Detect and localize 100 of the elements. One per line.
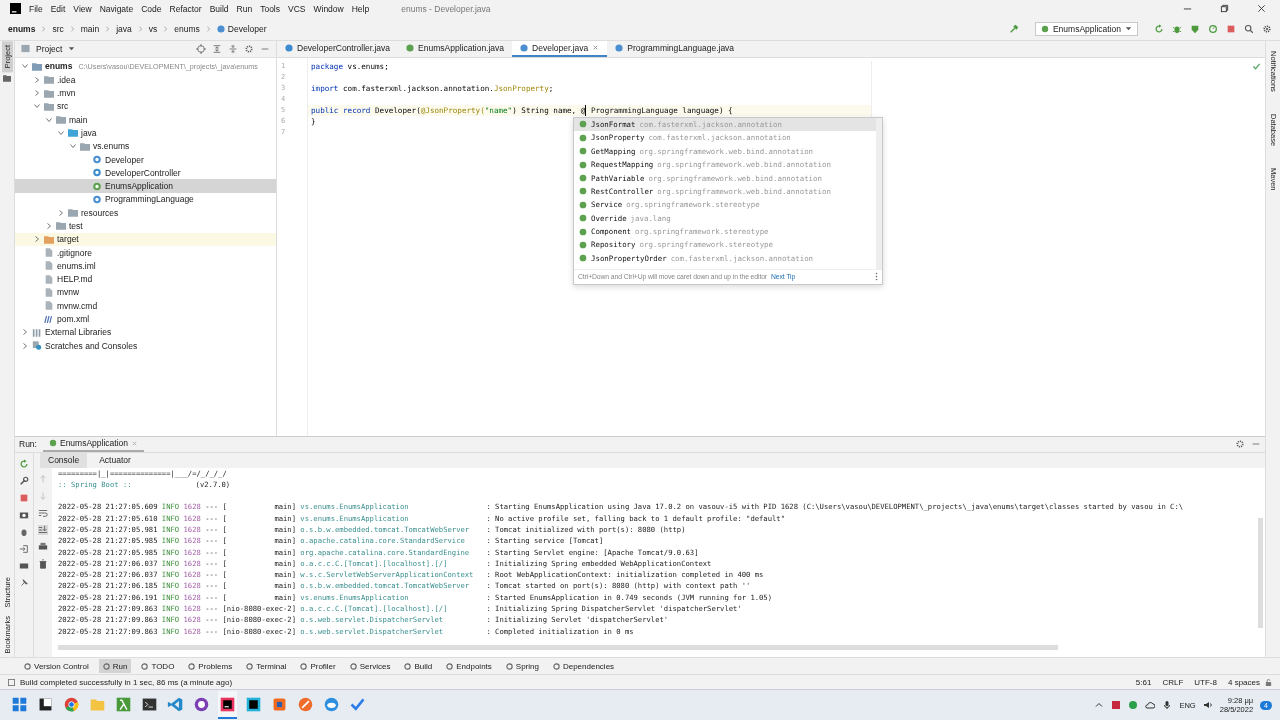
restore-icon[interactable]: [1220, 4, 1229, 14]
status-item[interactable]: 5:61: [1135, 677, 1152, 687]
editor-tab[interactable]: ProgrammingLanguage.java: [607, 40, 743, 57]
tree-item[interactable]: ProgrammingLanguage: [15, 192, 276, 207]
tree-item[interactable]: .idea: [15, 73, 276, 87]
chevron-icon[interactable]: [33, 75, 41, 84]
tree-item[interactable]: EnumsApplication: [15, 179, 276, 193]
breadcrumb-item[interactable]: enums: [174, 23, 200, 34]
tree-item[interactable]: mvnw: [15, 285, 276, 300]
tree-item[interactable]: .gitignore: [15, 245, 276, 260]
tree-item[interactable]: DeveloperController: [15, 166, 276, 180]
menu-item[interactable]: Refactor: [169, 3, 202, 14]
hammer-icon[interactable]: [1008, 23, 1019, 34]
tool-window-button[interactable]: Dependencies: [548, 659, 619, 674]
menu-item[interactable]: Navigate: [99, 3, 134, 14]
chevron-icon[interactable]: [21, 328, 29, 337]
breadcrumb-item[interactable]: Developer: [216, 23, 267, 34]
scroll-end-icon[interactable]: [38, 524, 48, 535]
settings-icon[interactable]: [1262, 23, 1272, 34]
tree-item[interactable]: Scratches and Consoles: [15, 339, 276, 353]
menu-item[interactable]: Help: [351, 3, 370, 14]
menu-item[interactable]: Tools: [260, 3, 280, 14]
run-tab[interactable]: EnumsApplication: [42, 436, 144, 452]
chevron-icon[interactable]: [21, 341, 29, 350]
tool-window-button[interactable]: Version Control: [20, 659, 93, 674]
menu-item[interactable]: Run: [236, 3, 253, 14]
run-config-dropdown[interactable]: EnumsApplication: [1034, 21, 1138, 36]
rerun-icon[interactable]: [1154, 23, 1164, 34]
status-item[interactable]: UTF-8: [1194, 677, 1217, 687]
tree-item[interactable]: src: [15, 99, 276, 113]
tool-window-button[interactable]: Services: [345, 659, 395, 674]
tree-item[interactable]: target: [15, 232, 276, 246]
tool-window-button[interactable]: Endpoints: [442, 659, 496, 674]
breadcrumb-item[interactable]: enums: [8, 23, 36, 34]
stop-icon[interactable]: [19, 492, 29, 503]
chevron-icon[interactable]: [45, 115, 53, 124]
breadcrumb-item[interactable]: src: [52, 23, 64, 34]
editor-tab[interactable]: DeveloperController.java: [277, 40, 399, 57]
panel-title[interactable]: Project: [36, 43, 63, 54]
cloud-icon[interactable]: [1145, 700, 1156, 711]
menu-item[interactable]: View: [73, 3, 92, 14]
stop-icon[interactable]: [1226, 23, 1236, 34]
tree-item[interactable]: java: [15, 126, 276, 140]
editor-tab[interactable]: EnumsApplication.java: [398, 40, 513, 57]
caret-icon[interactable]: [68, 45, 76, 53]
console-tab[interactable]: Actuator: [91, 452, 139, 468]
microphone-icon[interactable]: [1162, 700, 1173, 711]
target-icon[interactable]: [196, 43, 206, 54]
search-icon[interactable]: [1244, 23, 1254, 34]
tree-item[interactable]: resources: [15, 206, 276, 220]
settings-icon[interactable]: [244, 43, 254, 54]
scrollbar[interactable]: [1258, 517, 1263, 628]
trash-icon[interactable]: [38, 558, 48, 569]
chevron-icon[interactable]: [33, 102, 41, 111]
print-icon[interactable]: [38, 541, 48, 552]
tree-item[interactable]: Developer: [15, 152, 276, 167]
lock-icon[interactable]: [1265, 678, 1272, 686]
gauge-icon[interactable]: [1208, 23, 1218, 34]
menu-item[interactable]: Code: [141, 3, 162, 14]
tool-window-button[interactable]: Build: [400, 659, 437, 674]
chevron-icon[interactable]: [57, 128, 65, 137]
tree-item[interactable]: HELP.md: [15, 272, 276, 286]
menu-item[interactable]: Build: [209, 3, 229, 14]
tool-window-button[interactable]: Run: [98, 659, 132, 674]
chevron-icon[interactable]: [69, 142, 77, 151]
chevron-icon[interactable]: [33, 235, 41, 244]
settings-icon[interactable]: [1235, 439, 1245, 450]
menu-item[interactable]: File: [29, 3, 43, 14]
tool-window-button[interactable]: Terminal: [242, 659, 291, 674]
taskbar-app[interactable]: [218, 691, 237, 720]
tree-item[interactable]: External Libraries: [15, 325, 276, 339]
scrollbar[interactable]: [58, 644, 1058, 650]
exit-icon[interactable]: [19, 543, 29, 554]
wrap-icon[interactable]: [38, 507, 48, 518]
tree-item[interactable]: main: [15, 112, 276, 127]
speaker-icon[interactable]: [1202, 700, 1213, 711]
expand-all-icon[interactable]: [212, 43, 222, 54]
chevron-icon[interactable]: [45, 222, 53, 230]
collapse-all-icon[interactable]: [228, 43, 238, 54]
tree-item[interactable]: test: [15, 219, 276, 233]
breadcrumb-item[interactable]: vs: [148, 23, 158, 34]
chevron-icon[interactable]: [21, 62, 29, 71]
breadcrumb-item[interactable]: java: [116, 23, 132, 34]
rerun-icon[interactable]: [19, 458, 29, 469]
menu-item[interactable]: VCS: [288, 3, 306, 14]
circle-icon[interactable]: [1128, 700, 1139, 711]
close-icon[interactable]: [1257, 4, 1266, 14]
menu-item[interactable]: Edit: [50, 3, 66, 14]
wrench-icon[interactable]: [19, 475, 29, 486]
breadcrumb-item[interactable]: main: [80, 23, 100, 34]
tree-item[interactable]: mvnw.cmd: [15, 299, 276, 313]
tool-window-button[interactable]: Profiler: [296, 659, 340, 674]
tree-item[interactable]: .mvn: [15, 86, 276, 100]
pin-icon[interactable]: [19, 577, 29, 588]
chevron-icon[interactable]: [57, 208, 65, 217]
status-item[interactable]: 4 spaces: [1227, 677, 1260, 687]
tree-item[interactable]: enums.iml: [15, 259, 276, 273]
shield-icon[interactable]: [1190, 23, 1200, 34]
square-icon[interactable]: [1111, 700, 1122, 711]
chevron-icon[interactable]: [33, 89, 41, 97]
